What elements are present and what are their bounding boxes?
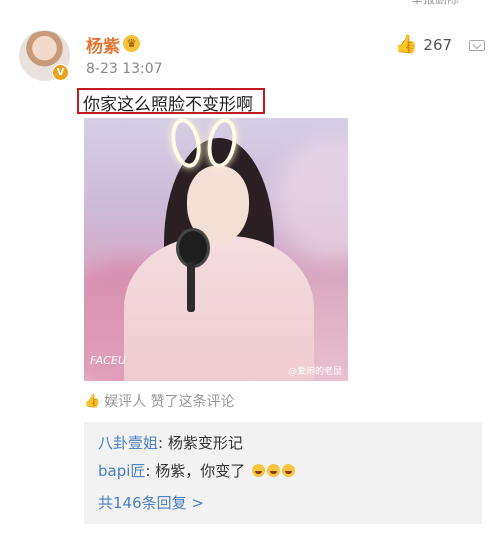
crown-icon: ♛ xyxy=(123,35,140,52)
reply-text: 杨紫变形记 xyxy=(167,434,243,452)
like-button[interactable]: 👍 267 xyxy=(395,34,452,55)
comment-text: 你家这么照脸不变形啊 xyxy=(83,95,253,115)
laughing-emoji-icon xyxy=(282,464,296,477)
laughing-emoji-icon xyxy=(267,464,281,477)
like-count: 267 xyxy=(423,35,453,54)
top-partial-text: 举报删除 xyxy=(369,0,459,8)
reply-item[interactable]: bapi匠: 杨紫，你变了 xyxy=(98,460,296,481)
thumbs-up-small-icon: 👍 xyxy=(84,393,101,409)
photo-dress xyxy=(124,236,314,381)
view-more-replies-link[interactable]: 共146条回复 > xyxy=(98,492,204,513)
dropdown-menu-icon[interactable] xyxy=(469,40,485,51)
comment-photo[interactable]: FACEU @爱闹的老鼠 xyxy=(84,118,348,381)
reply-text: 杨紫，你变了 xyxy=(155,462,246,480)
laughing-emoji-icon xyxy=(252,464,266,477)
reply-author[interactable]: bapi匠 xyxy=(98,462,145,480)
reply-item[interactable]: 八卦壹姐: 杨紫变形记 xyxy=(98,432,243,453)
timestamp: 8-23 13:07 xyxy=(86,61,163,77)
faceu-logo: FACEU xyxy=(90,354,126,367)
thumbs-up-icon: 👍 xyxy=(395,34,418,55)
liked-by-row: 👍 娱评人 赞了这条评论 xyxy=(84,391,235,411)
reply-author[interactable]: 八卦壹姐 xyxy=(98,434,158,452)
liked-by-text: 娱评人 赞了这条评论 xyxy=(104,394,235,410)
background-blob xyxy=(274,138,348,258)
image-watermark: @爱闹的老鼠 xyxy=(287,367,342,377)
reply-separator: : xyxy=(158,434,168,452)
verified-badge-icon: V xyxy=(52,64,69,81)
reply-box: 八卦壹姐: 杨紫变形记 bapi匠: 杨紫，你变了 共146条回复 > xyxy=(84,422,482,524)
reply-separator: : xyxy=(145,462,156,480)
fan-handle xyxy=(187,262,195,312)
username[interactable]: 杨紫 xyxy=(86,32,120,57)
